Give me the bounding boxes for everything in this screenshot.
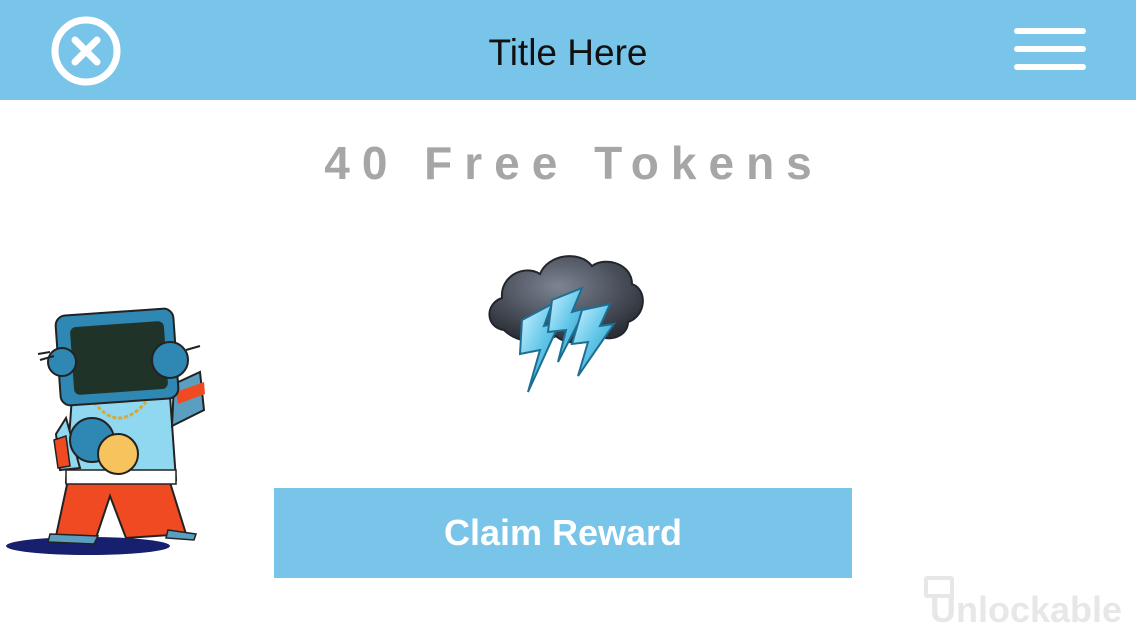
- unlockable-watermark: Unlockable: [916, 568, 1132, 634]
- reward-title: 40 Free Tokens: [324, 137, 824, 189]
- watermark-text: Unlockable: [930, 589, 1123, 630]
- page-title: Title Here: [488, 32, 648, 73]
- header-bar: Title Here: [0, 0, 1136, 100]
- storm-cloud-icon: [488, 255, 644, 393]
- menu-button[interactable]: [1012, 26, 1088, 74]
- mascot-character-image: [6, 307, 206, 555]
- claim-reward-button[interactable]: Claim Reward: [274, 488, 852, 578]
